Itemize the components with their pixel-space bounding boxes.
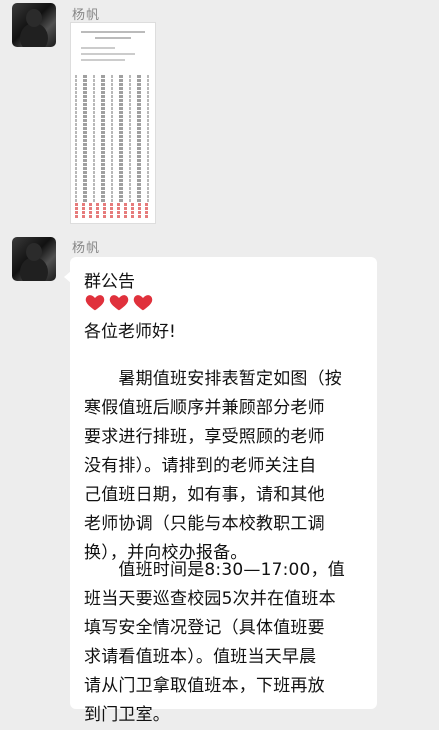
text-line: 己值班日期，如有事，请和其他 [84, 485, 325, 505]
table-row [75, 199, 151, 202]
table-row [75, 103, 151, 106]
table-row [75, 111, 151, 114]
text-line: 寒假值班后顺序并兼顾部分老师 [84, 398, 325, 418]
heart-emoji-row [84, 291, 154, 313]
table-row [75, 215, 151, 218]
table-row [75, 115, 151, 118]
paragraph-schedule: 暑期值班安排表暂定如图（按 寒假值班后顺序并兼顾部分老师 要求进行排班，享受照顾… [84, 365, 366, 568]
text-line: 求请看值班本）。值班当天早晨 [84, 647, 317, 667]
sender-name: 杨帆 [72, 8, 101, 23]
heart-icon [132, 291, 154, 313]
table-row [75, 179, 151, 182]
text-line: 要求进行排班，享受照顾的老师 [84, 427, 325, 447]
table-row [75, 127, 151, 130]
table-row [75, 195, 151, 198]
table-row [75, 79, 151, 82]
text-line: 值班时间是8:30—17:00，值 [84, 560, 345, 580]
table-row [75, 95, 151, 98]
text-line: 到门卫室。 [84, 705, 170, 725]
avatar[interactable] [12, 3, 56, 47]
text-line: 请从门卫拿取值班本，下班再放 [84, 676, 325, 696]
table-row [75, 167, 151, 170]
table-row [75, 83, 151, 86]
text-line: 班当天要巡查校园5次并在值班本 [84, 589, 336, 609]
table-row [75, 203, 151, 206]
table-row [75, 211, 151, 214]
table-row [75, 159, 151, 162]
text-line: 老师协调（只能与本校教职工调 [84, 514, 325, 534]
table-row [75, 155, 151, 158]
table-row [75, 107, 151, 110]
schedule-table [75, 75, 151, 218]
table-row [75, 187, 151, 190]
table-row [75, 131, 151, 134]
table-row [75, 123, 151, 126]
table-row [75, 119, 151, 122]
table-row [75, 99, 151, 102]
text-line: 没有排）。请排到的老师关注自 [84, 456, 317, 476]
paragraph-duty-time: 值班时间是8:30—17:00，值 班当天要巡查校园5次并在值班本 填写安全情况… [84, 556, 366, 730]
table-row [75, 143, 151, 146]
heart-icon [108, 291, 130, 313]
table-row [75, 147, 151, 150]
table-row [75, 175, 151, 178]
schedule-image[interactable] [70, 22, 156, 224]
greeting-text: 各位老师好! [84, 322, 176, 342]
announcement-title: 群公告 [84, 272, 135, 292]
sender-name: 杨帆 [72, 241, 101, 256]
heart-icon [84, 291, 106, 313]
table-row [75, 183, 151, 186]
table-row [75, 171, 151, 174]
table-row [75, 191, 151, 194]
table-row [75, 139, 151, 142]
text-line: 填写安全情况登记（具体值班要 [84, 618, 325, 638]
table-row [75, 91, 151, 94]
table-row [75, 151, 151, 154]
message-bubble[interactable]: 群公告 各位老师好! 暑期值班安排表暂定如图（按 寒假值班后顺序并兼顾部分老师 … [64, 257, 377, 725]
table-row [75, 135, 151, 138]
table-row [75, 163, 151, 166]
avatar[interactable] [12, 237, 56, 281]
table-row [75, 207, 151, 210]
table-row [75, 75, 151, 78]
text-line: 暑期值班安排表暂定如图（按 [84, 369, 342, 389]
table-row [75, 87, 151, 90]
